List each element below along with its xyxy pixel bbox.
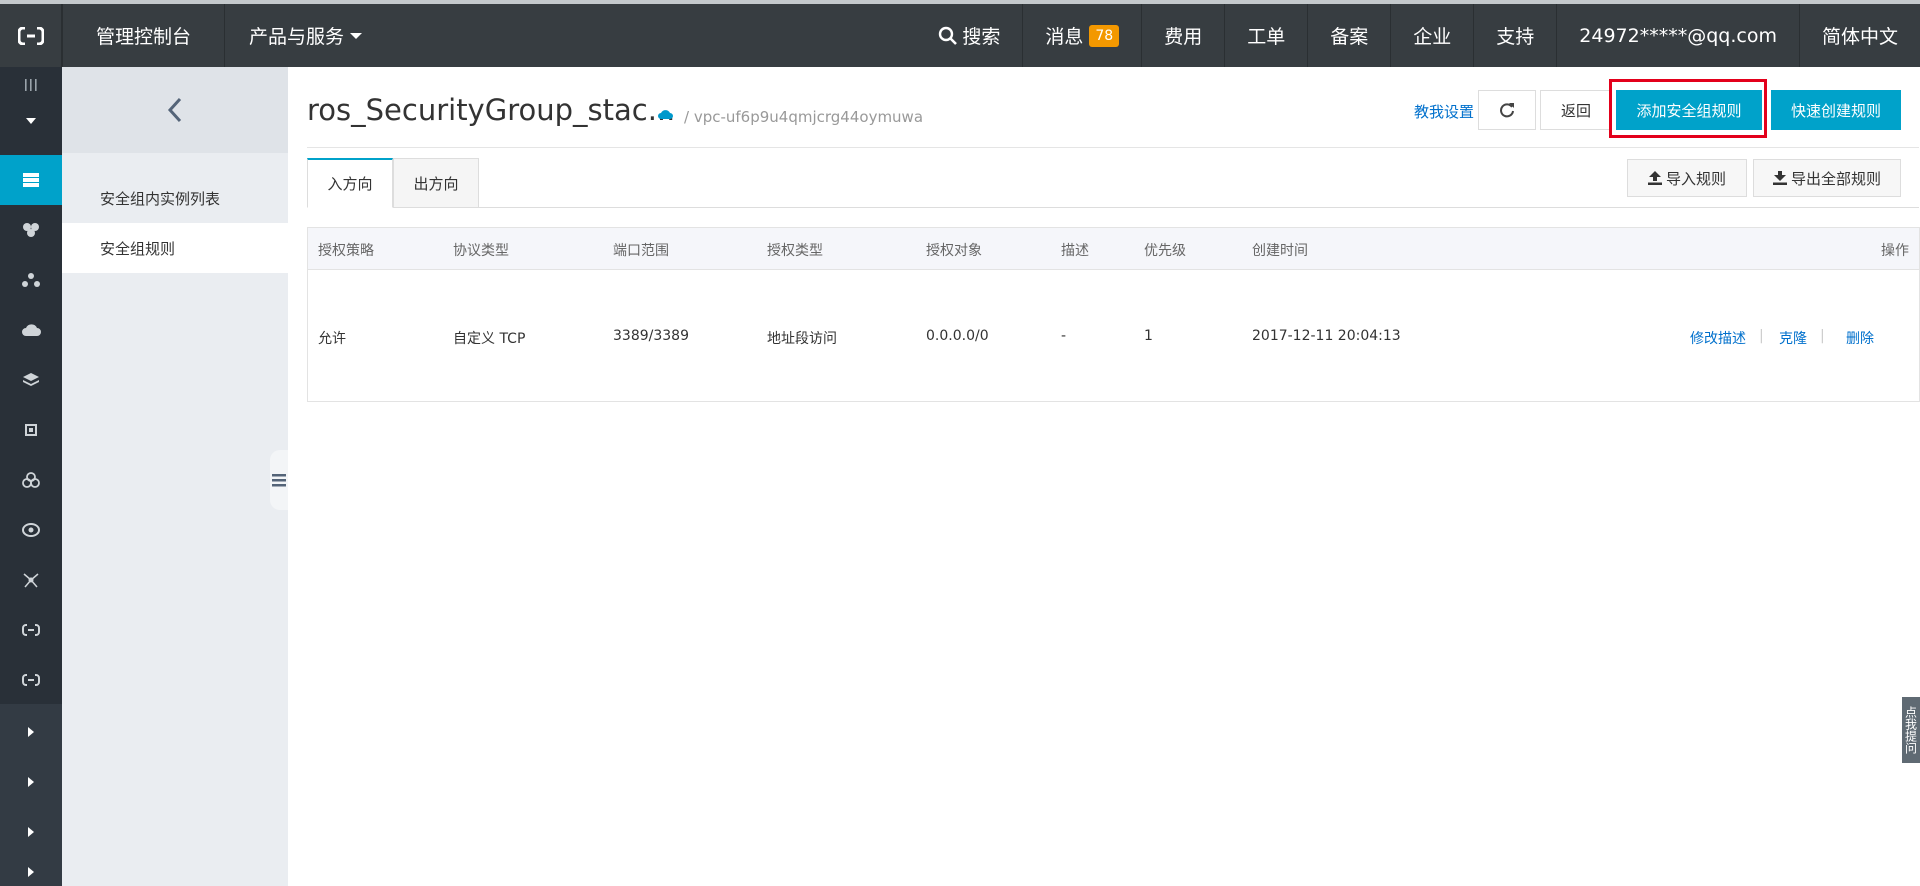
caret-right-icon[interactable]	[0, 707, 62, 757]
export-all-rules-label: 导出全部规则	[1790, 169, 1881, 188]
cell-protocol: 自定义 TCP	[453, 331, 526, 347]
search-label: 搜索	[962, 26, 1001, 48]
download-icon	[1772, 171, 1787, 185]
cloud-upload-icon[interactable]	[0, 305, 62, 355]
database-icon[interactable]	[0, 205, 62, 255]
refresh-button[interactable]	[1478, 90, 1536, 130]
cell-description: -	[1061, 328, 1067, 344]
cell-priority: 1	[1144, 328, 1153, 344]
products-label: 产品与服务	[249, 26, 345, 48]
ecs-server-icon[interactable]	[0, 155, 62, 205]
clone-link[interactable]: 克隆	[1779, 328, 1807, 348]
products-dropdown[interactable]: 产品与服务	[224, 4, 386, 67]
help-setup-link[interactable]: 教我设置	[1414, 101, 1474, 122]
delete-link[interactable]: 删除	[1846, 328, 1874, 348]
column-header-auth-object: 授权对象	[926, 243, 982, 259]
op-separator: |	[1759, 328, 1764, 344]
messages-label: 消息	[1045, 26, 1084, 48]
page-title: ros_SecurityGroup_stac...	[307, 93, 676, 127]
console-link[interactable]: 管理控制台	[62, 4, 224, 67]
search-button[interactable]: 搜索	[916, 4, 1022, 67]
rail-caret-down-icon[interactable]	[0, 103, 62, 139]
table-header: 授权策略 协议类型 端口范围 授权类型 授权对象 描述 优先级 创建时间 操作	[308, 228, 1919, 270]
chip-icon[interactable]	[0, 405, 62, 455]
column-header-description: 描述	[1061, 243, 1089, 259]
fees-link[interactable]: 费用	[1141, 4, 1224, 67]
sidebar-item-instance-list[interactable]: 安全组内实例列表	[62, 173, 288, 223]
search-icon	[939, 26, 958, 45]
highlight-annotation-box	[1609, 79, 1767, 138]
cell-created-time: 2017-12-11 20:04:13	[1252, 328, 1401, 344]
account-menu[interactable]: 24972*****@qq.com	[1556, 4, 1799, 67]
sidebar-collapse-handle[interactable]	[270, 450, 288, 510]
tabs-underline	[307, 207, 1919, 208]
ask-question-float-button[interactable]: 点我提问	[1902, 697, 1920, 763]
cell-auth-type: 地址段访问	[767, 331, 837, 347]
circles-icon[interactable]	[0, 455, 62, 505]
hub-icon[interactable]	[0, 555, 62, 605]
tab-outbound[interactable]: 出方向	[393, 158, 479, 208]
filing-link[interactable]: 备案	[1307, 4, 1390, 67]
cloud-icon	[658, 110, 673, 119]
edit-description-link[interactable]: 修改描述	[1690, 328, 1746, 348]
main-content: ros_SecurityGroup_stac... / vpc-uf6p9u4q…	[288, 67, 1920, 886]
sidebar-item-security-group-rules[interactable]: 安全组规则	[62, 223, 288, 273]
column-header-port-range: 端口范围	[613, 243, 669, 259]
column-header-protocol: 协议类型	[453, 243, 509, 259]
cell-port-range: 3389/3389	[613, 328, 689, 344]
aliyun-bracket-icon-2[interactable]	[0, 655, 62, 705]
messages-button[interactable]: 消息 78	[1022, 4, 1141, 67]
refresh-icon	[1500, 103, 1514, 118]
enterprise-link[interactable]: 企业	[1390, 4, 1473, 67]
caret-right-icon-3[interactable]	[0, 807, 62, 857]
product-icon-rail	[0, 67, 62, 886]
back-button[interactable]	[62, 67, 288, 153]
language-switch[interactable]: 简体中文	[1798, 4, 1920, 67]
import-rules-button[interactable]: 导入规则	[1627, 159, 1747, 197]
security-rules-table: 授权策略 协议类型 端口范围 授权类型 授权对象 描述 优先级 创建时间 操作 …	[307, 227, 1920, 402]
upload-icon	[1647, 171, 1662, 185]
column-header-created-time: 创建时间	[1252, 243, 1308, 259]
top-navigation-bar: 管理控制台 产品与服务 搜索 消息 78 费用 工单 备案 企业 支持 2497…	[0, 0, 1920, 67]
chevron-left-icon	[167, 97, 182, 123]
column-header-operations: 操作	[1881, 243, 1909, 259]
eye-icon[interactable]	[0, 505, 62, 555]
column-header-policy: 授权策略	[318, 243, 374, 259]
return-button[interactable]: 返回	[1540, 90, 1612, 130]
messages-count-badge: 78	[1089, 24, 1120, 47]
caret-right-icon-2[interactable]	[0, 757, 62, 807]
cell-auth-object: 0.0.0.0/0	[926, 328, 989, 344]
import-rules-label: 导入规则	[1665, 169, 1726, 188]
layers-icon[interactable]	[0, 355, 62, 405]
aliyun-bracket-icon[interactable]	[0, 605, 62, 655]
tab-inbound[interactable]: 入方向	[307, 158, 393, 208]
op-separator-2: |	[1820, 328, 1825, 344]
vpc-breadcrumb[interactable]: / vpc-uf6p9u4qmjcrg44oymuwa	[684, 108, 923, 126]
caret-right-icon-4[interactable]	[0, 857, 62, 886]
export-all-rules-button[interactable]: 导出全部规则	[1753, 159, 1901, 197]
cell-policy: 允许	[318, 331, 346, 347]
rail-toggle-icon[interactable]	[0, 67, 62, 103]
tickets-link[interactable]: 工单	[1224, 4, 1307, 67]
quick-create-rule-button[interactable]: 快速创建规则	[1771, 90, 1901, 130]
secondary-sidebar: 安全组内实例列表 安全组规则	[62, 67, 288, 886]
caret-down-icon	[350, 32, 363, 39]
network-nodes-icon[interactable]	[0, 255, 62, 305]
menu-collapse-icon	[272, 474, 286, 487]
column-header-priority: 优先级	[1144, 243, 1186, 259]
header-divider	[307, 147, 1919, 148]
support-link[interactable]: 支持	[1473, 4, 1556, 67]
column-header-auth-type: 授权类型	[767, 243, 823, 259]
aliyun-logo-icon[interactable]	[0, 4, 62, 67]
